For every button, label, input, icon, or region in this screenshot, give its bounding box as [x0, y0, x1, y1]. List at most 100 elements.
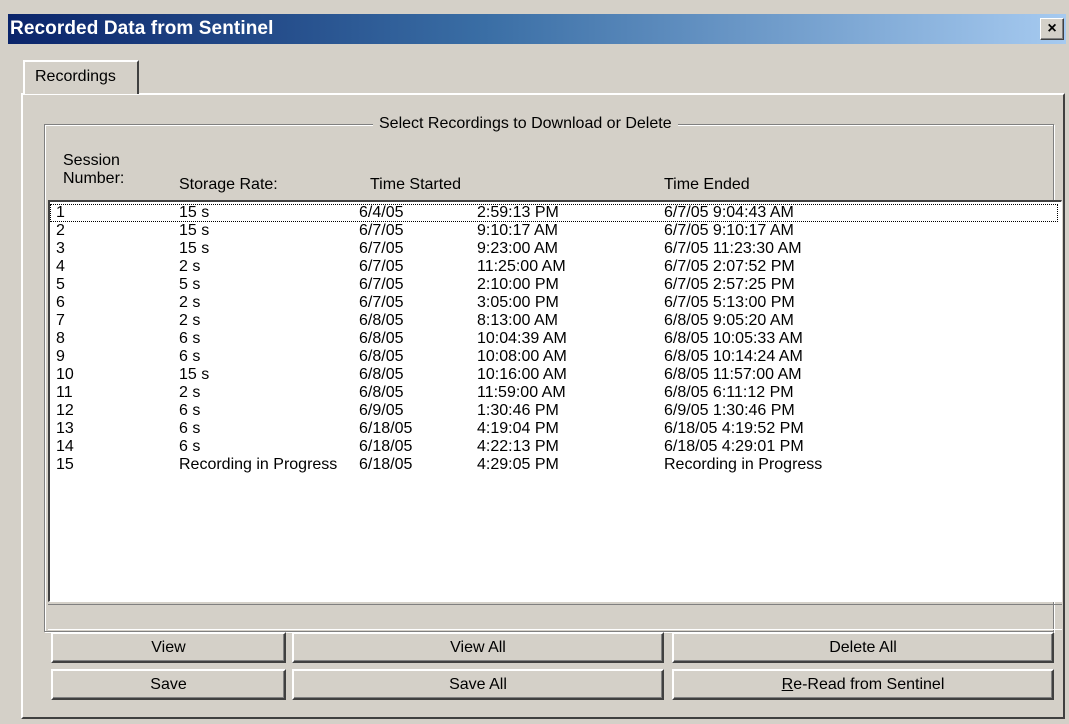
cell-session: 14: [56, 438, 74, 455]
recordings-list[interactable]: 1 15 s 6/4/05 2:59:13 PM 6/7/05 9:04:43 AM 2 1…: [48, 200, 1062, 602]
cell-start-time: 10:16:00 AM: [477, 366, 567, 383]
reread-label: e-Read from Sentinel: [793, 676, 945, 693]
cell-start-date: 6/7/05: [359, 222, 404, 239]
cell-ended: 6/9/05 1:30:46 PM: [664, 402, 795, 419]
cell-start-time: 3:05:00 PM: [477, 294, 559, 311]
list-item[interactable]: 7 2 s 6/8/05 8:13:00 AM 6/8/05 9:05:20 AM: [50, 312, 1058, 330]
cell-session: 8: [56, 330, 65, 347]
cell-rate: 15 s: [179, 222, 210, 239]
cell-session: 5: [56, 276, 65, 293]
cell-rate: 6 s: [179, 402, 201, 419]
cell-start-date: 6/18/05: [359, 438, 413, 455]
cell-session: 15: [56, 456, 74, 473]
list-item[interactable]: 2 15 s 6/7/05 9:10:17 AM 6/7/05 9:10:17 AM: [50, 222, 1058, 240]
list-item[interactable]: 10 15 s 6/8/05 10:16:00 AM 6/8/05 11:57:00 A…: [50, 366, 1058, 384]
view-all-button[interactable]: View All: [292, 632, 664, 663]
cell-start-time: 1:30:46 PM: [477, 402, 559, 419]
cell-start-date: 6/8/05: [359, 348, 404, 365]
cell-session: 7: [56, 312, 65, 329]
title-bar: Recorded Data from Sentinel ×: [8, 14, 1066, 44]
cell-session: 12: [56, 402, 74, 419]
cell-rate: 6 s: [179, 348, 201, 365]
cell-start-date: 6/18/05: [359, 456, 413, 473]
list-item[interactable]: 6 2 s 6/7/05 3:05:00 PM 6/7/05 5:13:00 PM: [50, 294, 1058, 312]
list-item[interactable]: 9 6 s 6/8/05 10:08:00 AM 6/8/05 10:14:24 AM: [50, 348, 1058, 366]
cell-rate: 15 s: [179, 204, 210, 221]
cell-start-date: 6/8/05: [359, 330, 404, 347]
delete-all-button[interactable]: Delete All: [672, 632, 1054, 663]
column-header-session-line1: Session: [63, 152, 120, 169]
cell-start-date: 6/4/05: [359, 204, 404, 221]
cell-ended: 6/8/05 9:05:20 AM: [664, 312, 794, 329]
cell-start-time: 2:59:13 PM: [477, 204, 559, 221]
cell-rate: 6 s: [179, 330, 201, 347]
cell-ended: 6/7/05 11:23:30 AM: [664, 240, 802, 257]
cell-ended: 6/18/05 4:19:52 PM: [664, 420, 804, 437]
list-item[interactable]: 5 5 s 6/7/05 2:10:00 PM 6/7/05 2:57:25 PM: [50, 276, 1058, 294]
cell-rate: 2 s: [179, 312, 201, 329]
status-strip: [48, 604, 1062, 630]
cell-ended: 6/8/05 10:05:33 AM: [664, 330, 803, 347]
view-button[interactable]: View: [51, 632, 286, 663]
cell-session: 3: [56, 240, 65, 257]
cell-ended: 6/7/05 5:13:00 PM: [664, 294, 795, 311]
cell-start-time: 4:29:05 PM: [477, 456, 559, 473]
list-item[interactable]: 1 15 s 6/4/05 2:59:13 PM 6/7/05 9:04:43 AM: [50, 204, 1058, 222]
cell-start-date: 6/8/05: [359, 312, 404, 329]
cell-ended: 6/7/05 2:07:52 PM: [664, 258, 795, 275]
column-header-storage-rate: Storage Rate:: [179, 176, 278, 193]
cell-ended: 6/18/05 4:29:01 PM: [664, 438, 804, 455]
cell-ended: 6/7/05 9:10:17 AM: [664, 222, 794, 239]
cell-start-date: 6/8/05: [359, 384, 404, 401]
list-item[interactable]: 4 2 s 6/7/05 11:25:00 AM 6/7/05 2:07:52 PM: [50, 258, 1058, 276]
cell-ended: 6/7/05 9:04:43 AM: [664, 204, 794, 221]
window-title: Recorded Data from Sentinel: [10, 18, 274, 39]
cell-ended: 6/8/05 6:11:12 PM: [664, 384, 794, 401]
cell-session: 6: [56, 294, 65, 311]
list-item[interactable]: 13 6 s 6/18/05 4:19:04 PM 6/18/05 4:19:52 PM: [50, 420, 1058, 438]
cell-rate: 15 s: [179, 240, 210, 257]
dialog-window: Recorded Data from Sentinel × Recordings…: [0, 0, 1069, 724]
cell-ended: Recording in Progress: [664, 456, 823, 473]
list-item[interactable]: 8 6 s 6/8/05 10:04:39 AM 6/8/05 10:05:33 AM: [50, 330, 1058, 348]
cell-ended: 6/8/05 11:57:00 AM: [664, 366, 802, 383]
cell-ended: 6/7/05 2:57:25 PM: [664, 276, 795, 293]
cell-start-time: 9:10:17 AM: [477, 222, 558, 239]
column-header-session: Session Number:: [63, 152, 124, 188]
cell-rate: 5 s: [179, 276, 201, 293]
cell-rate: 15 s: [179, 366, 210, 383]
reread-from-sentinel-button[interactable]: Re-Read from Sentinel: [672, 669, 1054, 700]
cell-start-time: 10:04:39 AM: [477, 330, 567, 347]
cell-start-time: 11:25:00 AM: [477, 258, 566, 275]
cell-rate: 2 s: [179, 384, 201, 401]
close-icon[interactable]: ×: [1040, 18, 1064, 40]
list-item[interactable]: 14 6 s 6/18/05 4:22:13 PM 6/18/05 4:29:01 PM: [50, 438, 1058, 456]
cell-start-time: 9:23:00 AM: [477, 240, 558, 257]
tab-recordings[interactable]: Recordings: [23, 60, 139, 94]
list-item[interactable]: 11 2 s 6/8/05 11:59:00 AM 6/8/05 6:11:12 PM: [50, 384, 1058, 402]
cell-session: 4: [56, 258, 65, 275]
list-item[interactable]: 12 6 s 6/9/05 1:30:46 PM 6/9/05 1:30:46 PM: [50, 402, 1058, 420]
cell-start-date: 6/7/05: [359, 294, 404, 311]
cell-start-time: 2:10:00 PM: [477, 276, 559, 293]
cell-start-date: 6/9/05: [359, 402, 404, 419]
cell-rate: Recording in Progress: [179, 456, 338, 473]
cell-start-date: 6/18/05: [359, 420, 413, 437]
list-item[interactable]: 3 15 s 6/7/05 9:23:00 AM 6/7/05 11:23:30 AM: [50, 240, 1058, 258]
list-item[interactable]: 15 Recording in Progress 6/18/05 4:29:05 PM…: [50, 456, 1058, 474]
cell-start-time: 4:19:04 PM: [477, 420, 559, 437]
cell-session: 1: [56, 204, 65, 221]
cell-start-date: 6/8/05: [359, 366, 404, 383]
cell-start-date: 6/7/05: [359, 240, 404, 257]
cell-session: 2: [56, 222, 65, 239]
column-header-time-ended: Time Ended: [664, 176, 750, 193]
column-header-session-line2: Number:: [63, 170, 125, 187]
save-button[interactable]: Save: [51, 669, 286, 700]
cell-rate: 2 s: [179, 294, 201, 311]
cell-start-date: 6/7/05: [359, 276, 404, 293]
save-all-button[interactable]: Save All: [292, 669, 664, 700]
cell-session: 11: [56, 384, 73, 401]
cell-session: 10: [56, 366, 74, 383]
groupbox-label: Select Recordings to Download or Delete: [373, 115, 678, 133]
cell-start-date: 6/7/05: [359, 258, 404, 275]
